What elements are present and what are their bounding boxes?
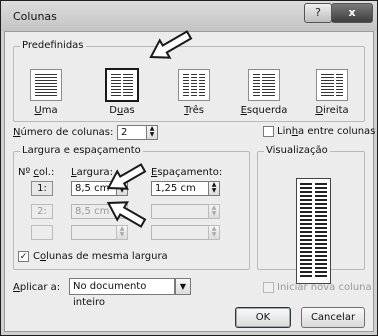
columns-dialog: Colunas ? x Predefinidas Uma Duas Três E…	[0, 0, 378, 336]
arrow-to-width-input-2	[106, 201, 147, 228]
arrow-to-two-columns-icon	[149, 30, 193, 59]
arrow-to-width-input-1	[106, 163, 147, 190]
annotation-arrows	[106, 30, 193, 228]
